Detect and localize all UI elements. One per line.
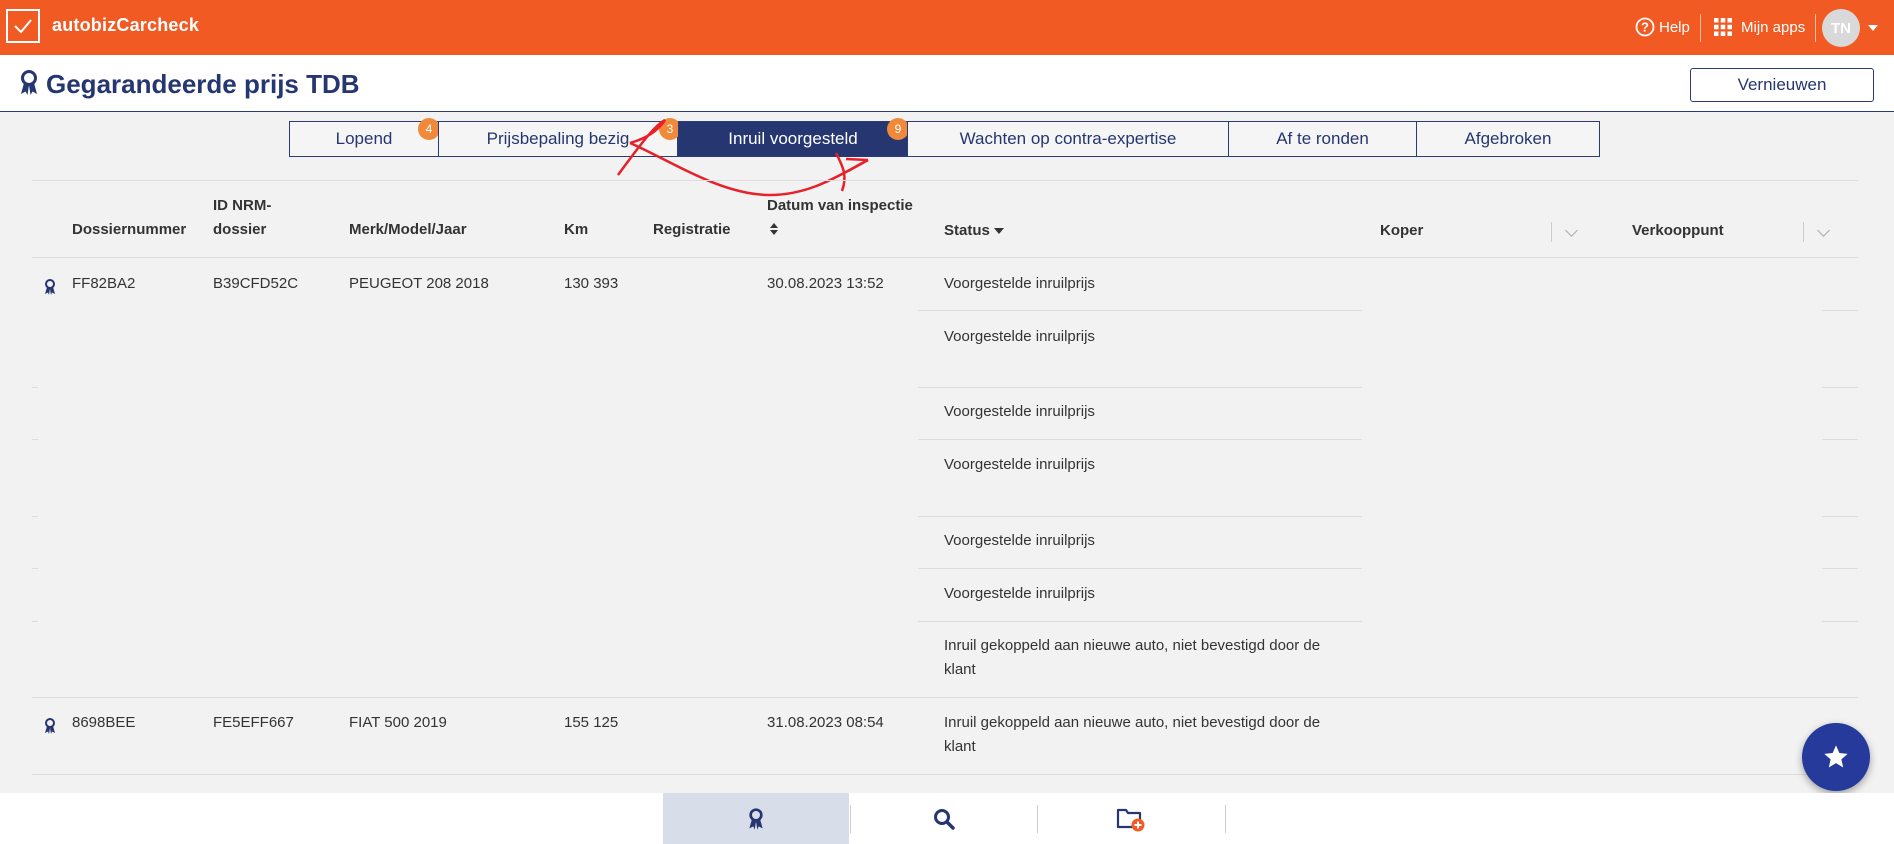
question-circle-icon: ?: [1635, 17, 1655, 37]
column-header-registratie[interactable]: Registratie: [653, 218, 731, 242]
column-header-datum-van-inspectie[interactable]: Datum van inspectie: [767, 194, 913, 218]
divider: [1815, 14, 1816, 42]
tab-prijsbepaling-bezig[interactable]: Prijsbepaling bezig 3: [438, 118, 681, 157]
row-divider: [32, 697, 1858, 698]
divider: [1822, 516, 1858, 517]
favorites-button[interactable]: [1802, 723, 1870, 791]
award-ribbon-icon: [749, 807, 763, 830]
page-header: Gegarandeerde prijs TDB Vernieuwen: [0, 55, 1894, 112]
column-header-dossiernummer[interactable]: Dossiernummer: [72, 218, 186, 242]
bottom-navigation: [0, 793, 1894, 844]
cell-datum-van-inspectie: 30.08.2023 13:52: [767, 275, 884, 292]
cell-km: 155 125: [564, 714, 619, 731]
help-link[interactable]: ? Help: [1635, 17, 1690, 37]
user-avatar[interactable]: TN: [1822, 9, 1860, 47]
divider: [918, 439, 1362, 440]
divider: [1822, 310, 1858, 311]
tab-label: Inruil voorgesteld: [728, 129, 858, 148]
cell-status: Voorgestelde inruilprijs: [944, 585, 1095, 602]
tab-af-te-ronden[interactable]: Af te ronden: [1228, 121, 1417, 157]
divider: [1822, 568, 1858, 569]
chevron-down-icon[interactable]: [1565, 224, 1578, 237]
divider: [1822, 439, 1858, 440]
divider: [32, 516, 38, 517]
nav-new-folder[interactable]: [1038, 793, 1224, 844]
award-ribbon-icon: [45, 718, 55, 734]
tab-inruil-voorgesteld[interactable]: Inruil voorgesteld 9: [678, 118, 909, 157]
column-header-koper[interactable]: Koper: [1380, 219, 1423, 243]
divider: [918, 568, 1362, 569]
help-label: Help: [1659, 18, 1690, 36]
cell-merk-model-jaar: FIAT 500 2019: [349, 714, 447, 731]
column-header-merk-model-jaar[interactable]: Merk/Model/Jaar: [349, 218, 467, 242]
cell-status: Voorgestelde inruilprijs: [944, 403, 1095, 420]
tab-lopend[interactable]: Lopend 4: [289, 118, 440, 157]
grid-icon: [1714, 18, 1732, 36]
cell-status: Voorgestelde inruilprijs: [944, 275, 1095, 292]
divider: [32, 621, 38, 622]
nav-guaranteed-price[interactable]: [663, 793, 849, 844]
divider: [918, 516, 1362, 517]
star-icon: [1824, 745, 1848, 768]
column-header-km[interactable]: Km: [564, 218, 588, 242]
cell-status: Voorgestelde inruilprijs: [944, 456, 1095, 473]
cell-nrm-dossier: FE5EFF667: [213, 714, 294, 731]
tab-count-badge: 9: [887, 118, 909, 140]
column-header-nrm-line2[interactable]: dossier: [213, 218, 266, 242]
nav-search[interactable]: [851, 793, 1037, 844]
divider: [918, 621, 1362, 622]
table-top-border: [32, 180, 1858, 181]
tab-label: Af te ronden: [1276, 129, 1369, 148]
divider: [1822, 621, 1858, 622]
table-header-border: [32, 257, 1858, 258]
tab-label: Lopend: [335, 129, 393, 148]
sort-icon[interactable]: [769, 222, 779, 236]
folder-add-icon: [1116, 808, 1145, 831]
cell-status: Voorgestelde inruilprijs: [944, 532, 1095, 549]
cell-dossiernummer[interactable]: 8698BEE: [72, 711, 135, 735]
checkmark-logo-icon[interactable]: [6, 9, 40, 43]
chevron-down-icon[interactable]: [1868, 25, 1878, 31]
divider: [1700, 14, 1701, 42]
divider: [1551, 222, 1552, 242]
cell-km: 130 393: [564, 275, 619, 292]
divider: [1822, 387, 1858, 388]
tab-label: Wachten op contra-expertise: [959, 129, 1177, 148]
divider: [32, 568, 38, 569]
tab-label: Prijsbepaling bezig: [486, 129, 630, 148]
award-ribbon-icon: [45, 279, 55, 295]
my-apps-label: Mijn apps: [1741, 18, 1806, 36]
search-icon: [934, 808, 955, 830]
top-bar: autobizCarcheck ? Help Mijn apps TN: [0, 0, 1894, 55]
cell-nrm-dossier: B39CFD52C: [213, 275, 299, 292]
column-header-nrm-line1[interactable]: ID NRM-: [213, 194, 271, 218]
my-apps-button[interactable]: Mijn apps: [1713, 17, 1805, 37]
refresh-button[interactable]: Vernieuwen: [1690, 68, 1874, 102]
divider: [32, 387, 38, 388]
divider: [918, 310, 1362, 311]
divider: [1225, 805, 1226, 833]
tab-count-badge: 4: [418, 118, 440, 140]
tab-wachten-op-contra-expertise[interactable]: Wachten op contra-expertise: [907, 121, 1229, 157]
award-ribbon-icon: [21, 70, 37, 95]
tab-afgebroken[interactable]: Afgebroken: [1416, 121, 1600, 157]
column-header-verkooppunt[interactable]: Verkooppunt: [1632, 219, 1724, 243]
cell-status: Inruil gekoppeld aan nieuwe auto, niet b…: [944, 637, 1321, 678]
divider: [32, 439, 38, 440]
divider: [918, 387, 1362, 388]
sort-desc-icon[interactable]: [994, 228, 1004, 235]
page-title: Gegarandeerde prijs TDB: [46, 69, 360, 99]
chevron-down-icon[interactable]: [1817, 224, 1830, 237]
app-title[interactable]: autobizCarcheck: [52, 15, 199, 36]
cell-merk-model-jaar: PEUGEOT 208 2018: [349, 275, 489, 292]
cell-datum-van-inspectie: 31.08.2023 08:54: [767, 714, 884, 731]
column-header-status[interactable]: Status: [944, 219, 990, 243]
row-divider: [32, 774, 1858, 775]
cell-dossiernummer[interactable]: FF82BA2: [72, 272, 135, 296]
cell-status: Inruil gekoppeld aan nieuwe auto, niet b…: [944, 714, 1321, 755]
divider: [1803, 222, 1804, 242]
svg-text:?: ?: [1641, 20, 1649, 35]
tab-label: Afgebroken: [1464, 129, 1552, 148]
cell-status: Voorgestelde inruilprijs: [944, 328, 1095, 345]
